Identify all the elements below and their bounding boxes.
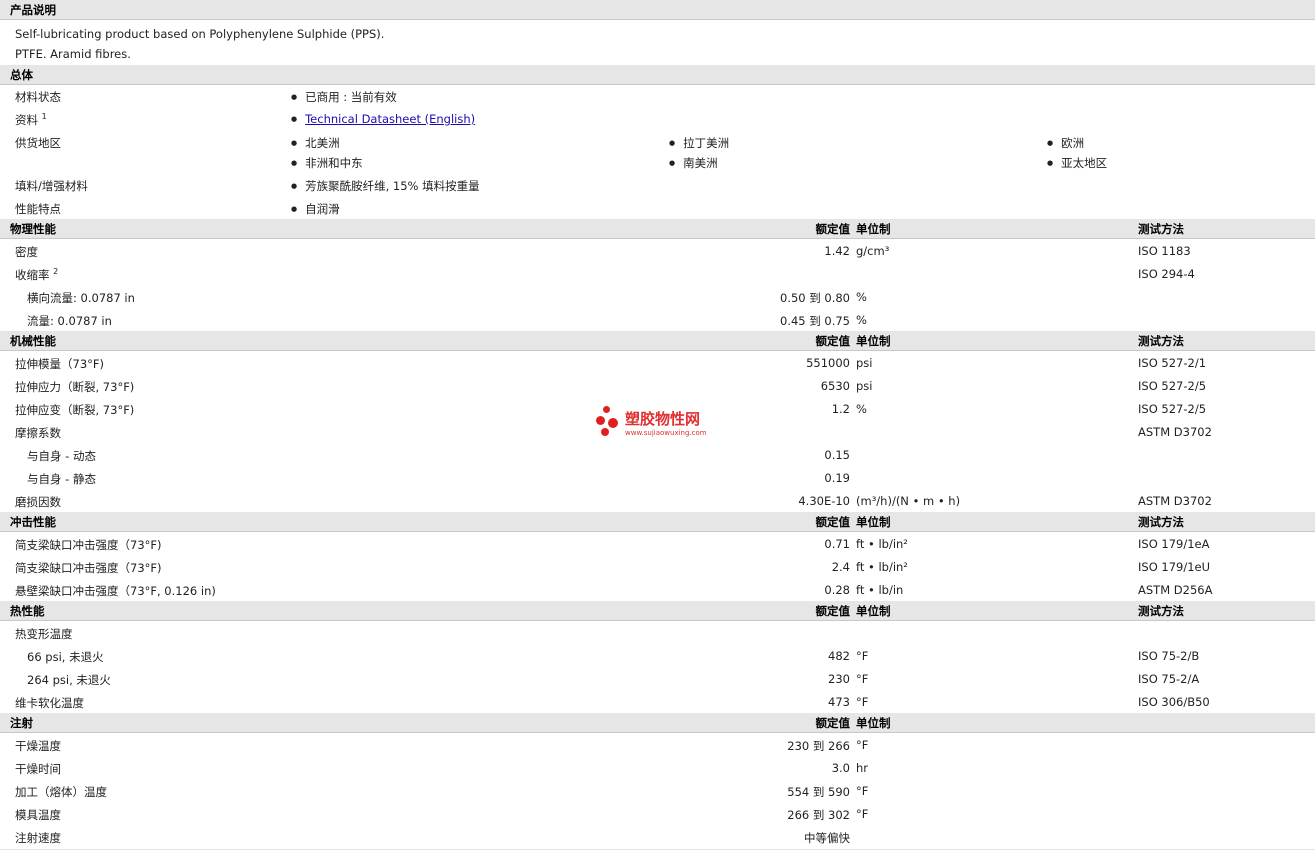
watermark-logo: 塑胶物性网 www.sujiaowuxing.com bbox=[595, 404, 735, 444]
section-header-injection: 注射 额定值 单位制 bbox=[0, 713, 1315, 733]
table-row: 干燥时间 3.0 hr bbox=[0, 757, 1315, 781]
table-row: 加工（熔体）温度 554 到 590 °F bbox=[0, 780, 1315, 804]
table-row: 简支梁缺口冲击强度（73°F) 0.71 ft • lb/in² ISO 179… bbox=[0, 533, 1315, 557]
row-docs: 资料 1 Technical Datasheet (English) bbox=[0, 108, 1315, 132]
table-row: 维卡软化温度 473 °F ISO 306/B50 bbox=[0, 691, 1315, 715]
region-item: 亚太地区 bbox=[1047, 155, 1107, 171]
section-header-general: 总体 bbox=[0, 65, 1315, 85]
table-row: 热变形温度 bbox=[0, 622, 1315, 646]
watermark-title: 塑胶物性网 bbox=[625, 410, 701, 428]
table-row: 拉伸模量（73°F) 551000 psi ISO 527-2/1 bbox=[0, 352, 1315, 376]
table-row: 拉伸应力（断裂, 73°F) 6530 psi ISO 527-2/5 bbox=[0, 375, 1315, 399]
row-regions: 供货地区 北美洲 拉丁美洲 欧洲 非洲和中东 南美洲 亚太地区 bbox=[0, 131, 1315, 175]
table-row: 磨损因数 4.30E-10 (m³/h)/(N • m • h) ASTM D3… bbox=[0, 490, 1315, 514]
table-row: 模具温度 266 到 302 °F bbox=[0, 803, 1315, 827]
region-item: 南美洲 bbox=[669, 155, 718, 171]
row-status: 材料状态 已商用 : 当前有效 bbox=[0, 85, 1315, 109]
section-header-mechanical: 机械性能 额定值 单位制 测试方法 bbox=[0, 331, 1315, 351]
datasheet-link[interactable]: Technical Datasheet (English) bbox=[305, 112, 475, 126]
table-row: 与自身 - 动态 0.15 bbox=[0, 444, 1315, 468]
section-header-thermal: 热性能 额定值 单位制 测试方法 bbox=[0, 601, 1315, 621]
logo-dot bbox=[601, 428, 609, 436]
section-header-description: 产品说明 bbox=[0, 0, 1315, 20]
table-row: 横向流量: 0.0787 in 0.50 到 0.80 % bbox=[0, 286, 1315, 310]
table-row: 与自身 - 静态 0.19 bbox=[0, 467, 1315, 491]
region-item: 拉丁美洲 bbox=[669, 135, 729, 151]
table-row: 注射速度 中等偏快 bbox=[0, 826, 1315, 850]
logo-dot bbox=[596, 416, 605, 425]
row-filler: 填料/增强材料 芳族聚酰胺纤维, 15% 填料按重量 bbox=[0, 174, 1315, 198]
watermark-url: www.sujiaowuxing.com bbox=[625, 429, 707, 437]
table-row: 收缩率 2 ISO 294-4 bbox=[0, 263, 1315, 287]
row-features: 性能特点 自润滑 bbox=[0, 197, 1315, 221]
table-row: 密度 1.42 g/cm³ ISO 1183 bbox=[0, 240, 1315, 264]
region-item: 非洲和中东 bbox=[291, 155, 363, 171]
logo-dot bbox=[603, 406, 610, 413]
description-line: PTFE. Aramid fibres. bbox=[15, 47, 131, 61]
table-row: 悬壁梁缺口冲击强度（73°F, 0.126 in) 0.28 ft • lb/i… bbox=[0, 579, 1315, 603]
region-item: 欧洲 bbox=[1047, 135, 1084, 151]
section-header-impact: 冲击性能 额定值 单位制 测试方法 bbox=[0, 512, 1315, 532]
logo-dot bbox=[608, 418, 618, 428]
table-row: 流量: 0.0787 in 0.45 到 0.75 % bbox=[0, 309, 1315, 333]
description-line: Self-lubricating product based on Polyph… bbox=[15, 27, 385, 41]
table-row: 66 psi, 未退火 482 °F ISO 75-2/B bbox=[0, 645, 1315, 669]
section-header-physical: 物理性能 额定值 单位制 测试方法 bbox=[0, 219, 1315, 239]
table-row: 264 psi, 未退火 230 °F ISO 75-2/A bbox=[0, 668, 1315, 692]
region-item: 北美洲 bbox=[291, 135, 340, 151]
status-value: 已商用 : 当前有效 bbox=[291, 89, 397, 105]
table-row: 简支梁缺口冲击强度（73°F) 2.4 ft • lb/in² ISO 179/… bbox=[0, 556, 1315, 580]
table-row: 干燥温度 230 到 266 °F bbox=[0, 734, 1315, 758]
